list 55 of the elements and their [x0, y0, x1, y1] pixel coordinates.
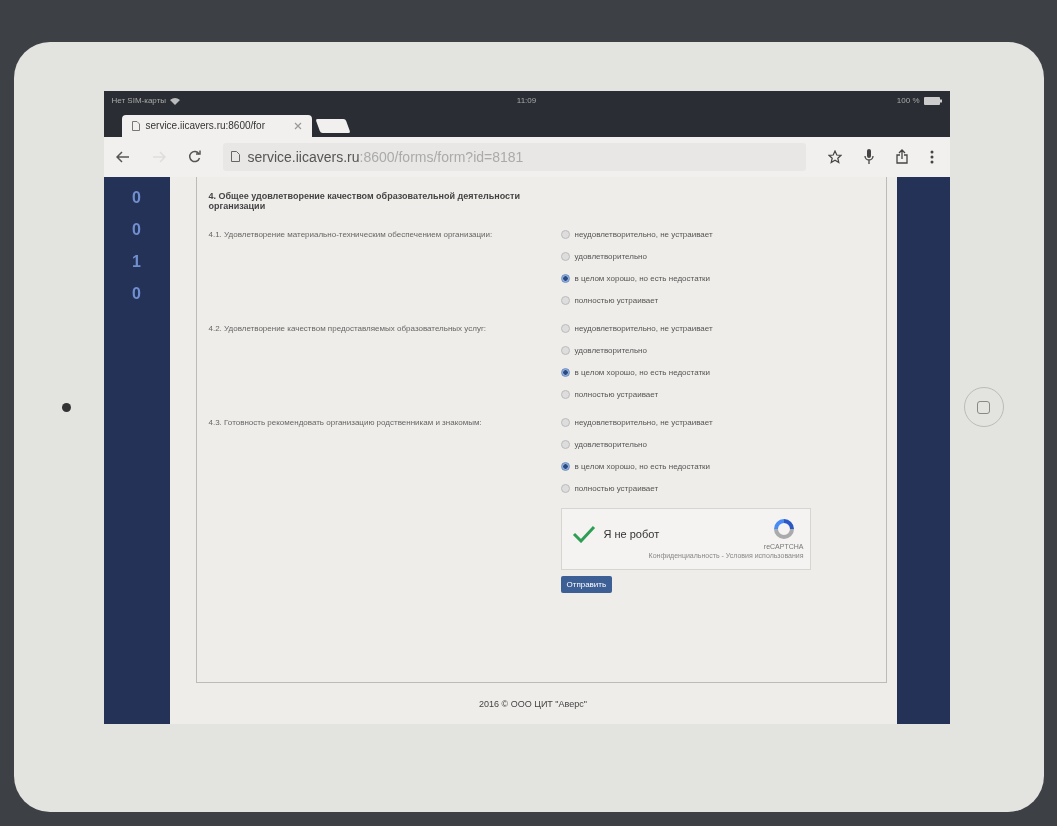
share-icon[interactable]: [895, 149, 908, 164]
option-label: в целом хорошо, но есть недостатки: [574, 367, 711, 377]
close-icon[interactable]: [293, 121, 302, 130]
question-label: 4.1. Удовлетворение материально-техническим обеспечением организации:: [208, 229, 494, 242]
option-label: удовлетворительно: [574, 345, 647, 355]
radio-button[interactable]: [560, 323, 570, 333]
reload-icon[interactable]: [187, 150, 201, 163]
captcha-label: Я не робот: [603, 527, 661, 540]
background-digit: 1: [132, 252, 141, 271]
radio-button[interactable]: [560, 295, 570, 305]
radio-button[interactable]: [560, 417, 570, 427]
footer-text: 2016 © ООО ЦИТ "Аверс": [478, 698, 588, 709]
carrier-text: Нет SIM-карты: [111, 96, 167, 105]
section-title: 4. Общее удовлетворение качеством образовательной деятельности организации: [208, 190, 521, 213]
option-label: полностью устраивает: [574, 295, 659, 305]
option-label: удовлетворительно: [574, 439, 647, 449]
option-label: в целом хорошо, но есть недостатки: [574, 461, 711, 471]
battery-text: 100 %: [896, 96, 920, 105]
background-digit: 0: [132, 220, 141, 239]
radio-button[interactable]: [560, 229, 570, 239]
new-tab-button[interactable]: [314, 118, 351, 133]
question-label: 4.3. Готовность рекомендовать организацию родственникам и знакомым:: [208, 417, 483, 430]
radio-button[interactable]: [560, 367, 570, 377]
address-bar[interactable]: service.iicavers.ru:8600/forms/form?id=8181: [222, 142, 806, 171]
option-label: в целом хорошо, но есть недостатки: [574, 273, 711, 283]
radio-button[interactable]: [560, 389, 570, 399]
checkmark-icon[interactable]: [571, 524, 596, 543]
background-digit: 0: [132, 188, 141, 207]
star-icon[interactable]: [827, 149, 842, 164]
radio-button[interactable]: [560, 251, 570, 261]
option-label: неудовлетворительно, не устраивает: [574, 229, 713, 239]
url-text: service.iicavers.ru:8600/forms/form?id=8181: [247, 148, 524, 165]
option-label: неудовлетворительно, не устраивает: [574, 323, 713, 333]
menu-icon[interactable]: [929, 149, 934, 164]
radio-button[interactable]: [560, 439, 570, 449]
radio-button[interactable]: [560, 461, 570, 471]
submit-button[interactable]: Отправить: [560, 576, 613, 594]
camera-icon: [61, 402, 71, 412]
radio-button[interactable]: [560, 483, 570, 493]
clock-text: 11:09: [516, 96, 537, 105]
radio-button[interactable]: [560, 345, 570, 355]
radio-button[interactable]: [560, 273, 570, 283]
back-icon[interactable]: [115, 150, 130, 163]
option-label: неудовлетворительно, не устраивает: [574, 417, 713, 427]
microphone-icon[interactable]: [863, 149, 874, 164]
page-icon: [230, 151, 240, 162]
option-label: удовлетворительно: [574, 251, 647, 261]
browser-tab[interactable]: service.iicavers.ru:8600/for: [121, 114, 312, 137]
wifi-icon: [170, 96, 181, 105]
page-icon: [131, 120, 140, 131]
option-label: полностью устраивает: [574, 483, 659, 493]
battery-icon: [923, 96, 942, 105]
question-label: 4.2. Удовлетворение качеством предоставляемых образовательных услуг:: [208, 323, 488, 336]
option-label: полностью устраивает: [574, 389, 659, 399]
background-digit: 0: [132, 284, 141, 303]
